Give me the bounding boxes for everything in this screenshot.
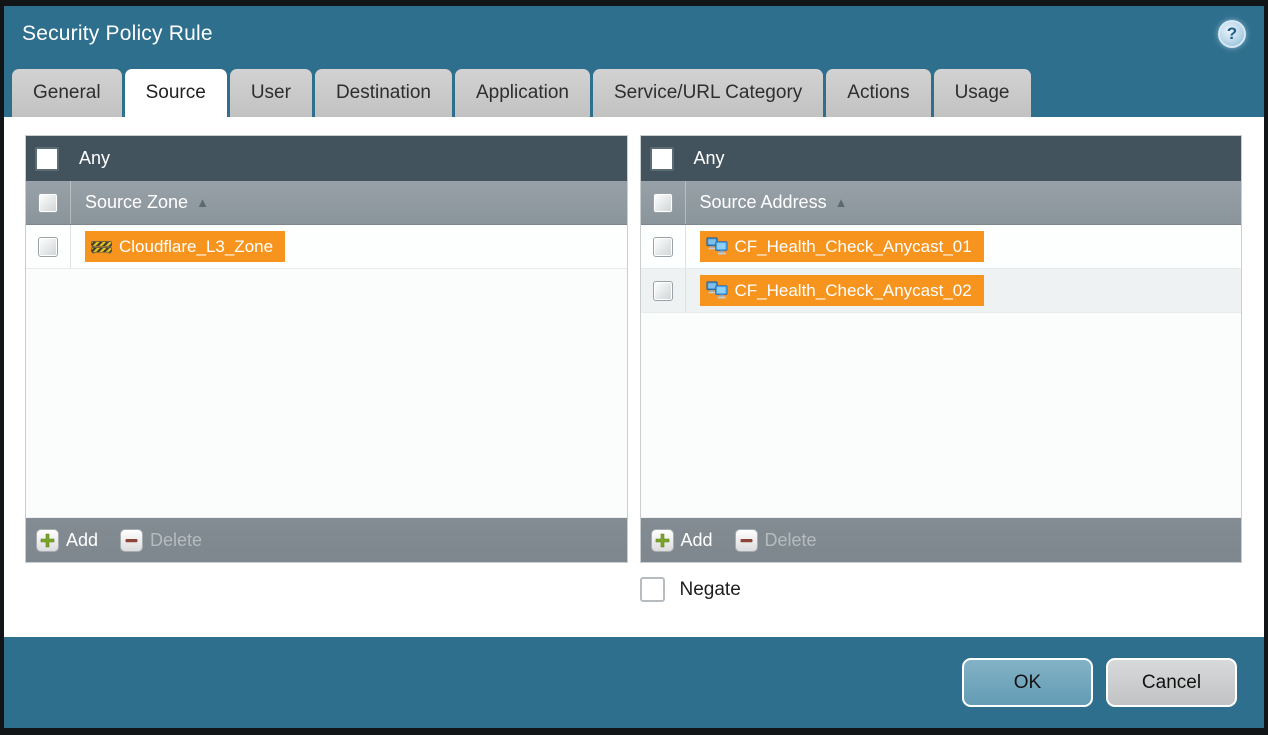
source-zone-list: Cloudflare_L3_Zone [26, 225, 627, 517]
source-zone-select-all-checkbox[interactable] [38, 193, 58, 213]
minus-icon [735, 529, 758, 552]
source-address-column-header[interactable]: Source Address ▲ [641, 181, 1242, 225]
negate-row: Negate [25, 577, 1242, 602]
tab-destination[interactable]: Destination [315, 69, 452, 117]
delete-zone-button[interactable]: Delete [120, 529, 202, 552]
address-object-link[interactable]: CF_Health_Check_Anycast_02 [700, 275, 984, 306]
add-zone-label: Add [66, 530, 98, 551]
zone-object-link[interactable]: Cloudflare_L3_Zone [85, 231, 285, 262]
source-address-panel: Any Source Address ▲ [640, 135, 1243, 563]
dialog-title-bar: Security Policy Rule ? [4, 6, 1264, 62]
address-icon [706, 237, 728, 256]
negate-checkbox[interactable] [640, 577, 665, 602]
tab-bar: General Source User Destination Applicat… [4, 62, 1264, 117]
source-address-any-label: Any [694, 148, 725, 169]
cancel-button[interactable]: Cancel [1106, 658, 1237, 707]
sort-ascending-icon: ▲ [835, 195, 848, 210]
minus-icon [120, 529, 143, 552]
table-row[interactable]: Cloudflare_L3_Zone [26, 225, 627, 269]
add-zone-button[interactable]: Add [36, 529, 98, 552]
source-address-select-all-checkbox[interactable] [653, 193, 673, 213]
tab-application[interactable]: Application [455, 69, 590, 117]
source-zone-panel: Any Source Zone ▲ [25, 135, 628, 563]
address-object-name: CF_Health_Check_Anycast_01 [735, 237, 972, 257]
source-zone-column-title: Source Zone [85, 192, 188, 213]
address-object-link[interactable]: CF_Health_Check_Anycast_01 [700, 231, 984, 262]
source-address-any-checkbox[interactable] [650, 147, 674, 171]
source-zone-any-label: Any [79, 148, 110, 169]
source-zone-any-checkbox[interactable] [35, 147, 59, 171]
source-address-column-title: Source Address [700, 192, 827, 213]
plus-icon [651, 529, 674, 552]
tab-actions[interactable]: Actions [826, 69, 930, 117]
sort-ascending-icon: ▲ [196, 195, 209, 210]
row-checkbox[interactable] [653, 281, 673, 301]
source-tab-content: Any Source Zone ▲ [4, 117, 1264, 637]
dialog-footer: OK Cancel [4, 637, 1264, 728]
address-icon [706, 281, 728, 300]
source-address-any-bar: Any [641, 136, 1242, 181]
tab-source[interactable]: Source [125, 69, 227, 117]
source-address-toolbar: Add Delete [641, 517, 1242, 562]
delete-address-button[interactable]: Delete [735, 529, 817, 552]
zone-icon [91, 238, 112, 255]
add-address-label: Add [681, 530, 713, 551]
zone-object-name: Cloudflare_L3_Zone [119, 237, 273, 257]
tab-usage[interactable]: Usage [934, 69, 1031, 117]
row-checkbox[interactable] [38, 237, 58, 257]
address-object-name: CF_Health_Check_Anycast_02 [735, 281, 972, 301]
source-zone-any-bar: Any [26, 136, 627, 181]
tab-user[interactable]: User [230, 69, 312, 117]
tab-service-url-category[interactable]: Service/URL Category [593, 69, 823, 117]
source-address-list: CF_Health_Check_Anycast_01 [641, 225, 1242, 517]
source-zone-toolbar: Add Delete [26, 517, 627, 562]
add-address-button[interactable]: Add [651, 529, 713, 552]
help-icon[interactable]: ? [1218, 20, 1246, 48]
table-row[interactable]: CF_Health_Check_Anycast_01 [641, 225, 1242, 269]
table-row[interactable]: CF_Health_Check_Anycast_02 [641, 269, 1242, 313]
row-checkbox[interactable] [653, 237, 673, 257]
plus-icon [36, 529, 59, 552]
delete-address-label: Delete [765, 530, 817, 551]
tab-general[interactable]: General [12, 69, 122, 117]
dialog-title: Security Policy Rule [22, 22, 213, 46]
source-zone-column-header[interactable]: Source Zone ▲ [26, 181, 627, 225]
negate-label: Negate [680, 579, 741, 601]
delete-zone-label: Delete [150, 530, 202, 551]
security-policy-rule-dialog: Security Policy Rule ? General Source Us… [0, 0, 1268, 735]
ok-button[interactable]: OK [962, 658, 1093, 707]
